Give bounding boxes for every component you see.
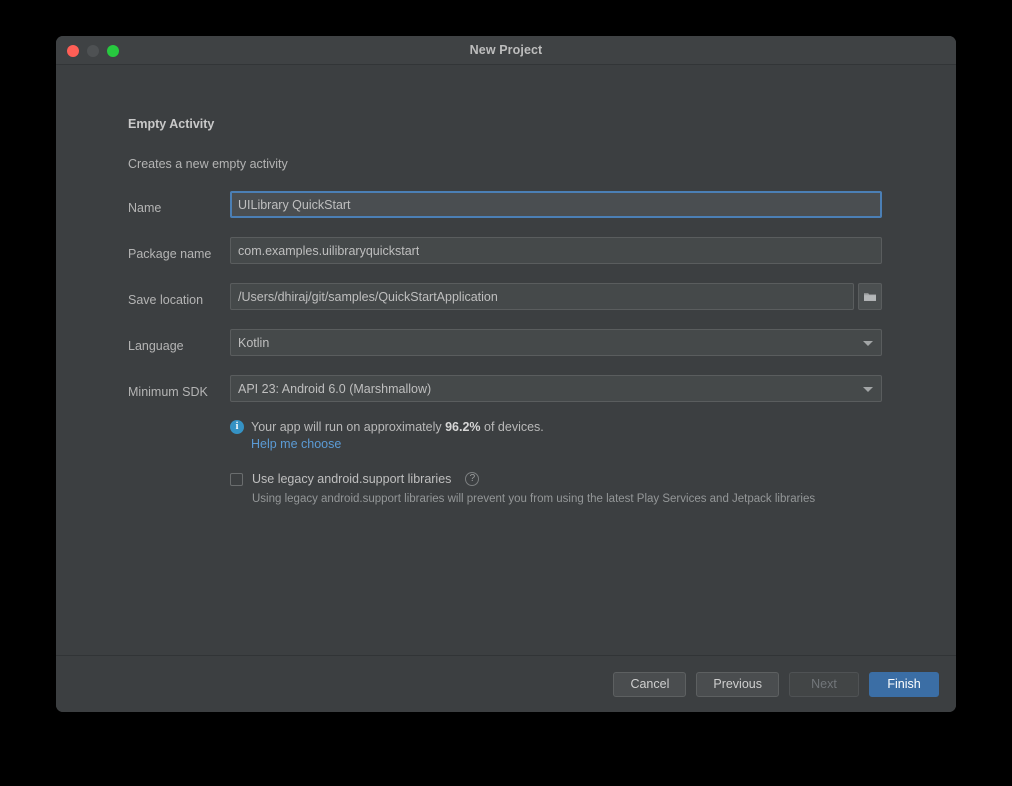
field-value: API 23: Android 6.0 (Marshmallow): [238, 381, 432, 396]
dialog-footer: Cancel Previous Next Finish: [56, 655, 956, 712]
device-coverage-text: Your app will run on approximately 96.2%…: [251, 420, 544, 434]
page-subtitle: Creates a new empty activity: [128, 157, 288, 171]
folder-icon: [864, 292, 876, 301]
next-button: Next: [789, 671, 859, 697]
project-form: Name UILibrary QuickStart Package name com.…: [128, 191, 882, 421]
help-me-choose-link[interactable]: Help me choose: [251, 437, 830, 451]
form-row: Package name com.examples.uilibraryquicks…: [128, 237, 882, 283]
form-select[interactable]: Kotlin: [230, 329, 882, 356]
use-legacy-libraries-checkbox[interactable]: [230, 472, 243, 486]
form-input[interactable]: com.examples.uilibraryquickstart: [230, 237, 882, 264]
form-row: Name UILibrary QuickStart: [128, 191, 882, 237]
form-label: Minimum SDK: [128, 385, 208, 399]
form-label: Package name: [128, 247, 212, 261]
maximize-button[interactable]: [107, 44, 119, 57]
window-controls: [67, 36, 119, 65]
question-mark-icon[interactable]: ?: [465, 472, 480, 486]
cancel-button[interactable]: Cancel: [613, 671, 687, 697]
device-coverage-info: i Your app will run on approximately 96.…: [230, 420, 830, 451]
legacy-checkbox-row[interactable]: Use legacy android.support libraries ?: [230, 472, 830, 486]
field-value: Kotlin: [238, 335, 270, 350]
close-button[interactable]: [67, 44, 79, 57]
page-title: Empty Activity: [128, 117, 215, 131]
browse-folder-button[interactable]: [858, 283, 882, 310]
coverage-prefix: Your app will run on approximately: [251, 420, 446, 434]
form-row: Minimum SDK API 23: Android 6.0 (Marshmal…: [128, 375, 882, 421]
chevron-down-icon[interactable]: [863, 341, 873, 346]
field-value: /Users/dhiraj/git/samples/QuickStartAppl…: [238, 289, 498, 304]
legacy-libraries-section: Use legacy android.support libraries ? U…: [230, 472, 830, 508]
form-label: Language: [128, 339, 184, 353]
field-value: com.examples.uilibraryquickstart: [238, 243, 420, 258]
form-input[interactable]: /Users/dhiraj/git/samples/QuickStartAppl…: [230, 283, 854, 310]
minimize-button[interactable]: [87, 44, 99, 57]
form-row: Save location/Users/dhiraj/git/samples/Q…: [128, 283, 882, 329]
info-line: i Your app will run on approximately 96.…: [230, 420, 830, 434]
window-title: New Project: [469, 43, 543, 57]
form-row: Language Kotlin: [128, 329, 882, 375]
title-bar: New Project: [56, 36, 956, 65]
dialog-body: Empty Activity Creates a new empty activ…: [56, 65, 956, 655]
use-legacy-libraries-label: Use legacy android.support libraries: [252, 472, 452, 486]
form-select[interactable]: API 23: Android 6.0 (Marshmallow): [230, 375, 882, 402]
new-project-dialog: New Project Empty Activity Creates a new…: [56, 36, 956, 712]
info-icon: i: [230, 420, 244, 434]
field-value: UILibrary QuickStart: [238, 197, 351, 212]
chevron-down-icon[interactable]: [863, 387, 873, 392]
legacy-libraries-description: Using legacy android.support libraries w…: [252, 493, 816, 505]
finish-button[interactable]: Finish: [869, 671, 939, 697]
form-label: Save location: [128, 293, 204, 307]
form-label: Name: [128, 201, 162, 215]
previous-button[interactable]: Previous: [696, 671, 779, 697]
form-input[interactable]: UILibrary QuickStart: [230, 191, 882, 218]
coverage-percentage: 96.2%: [445, 420, 481, 434]
coverage-suffix: of devices.: [480, 420, 544, 434]
